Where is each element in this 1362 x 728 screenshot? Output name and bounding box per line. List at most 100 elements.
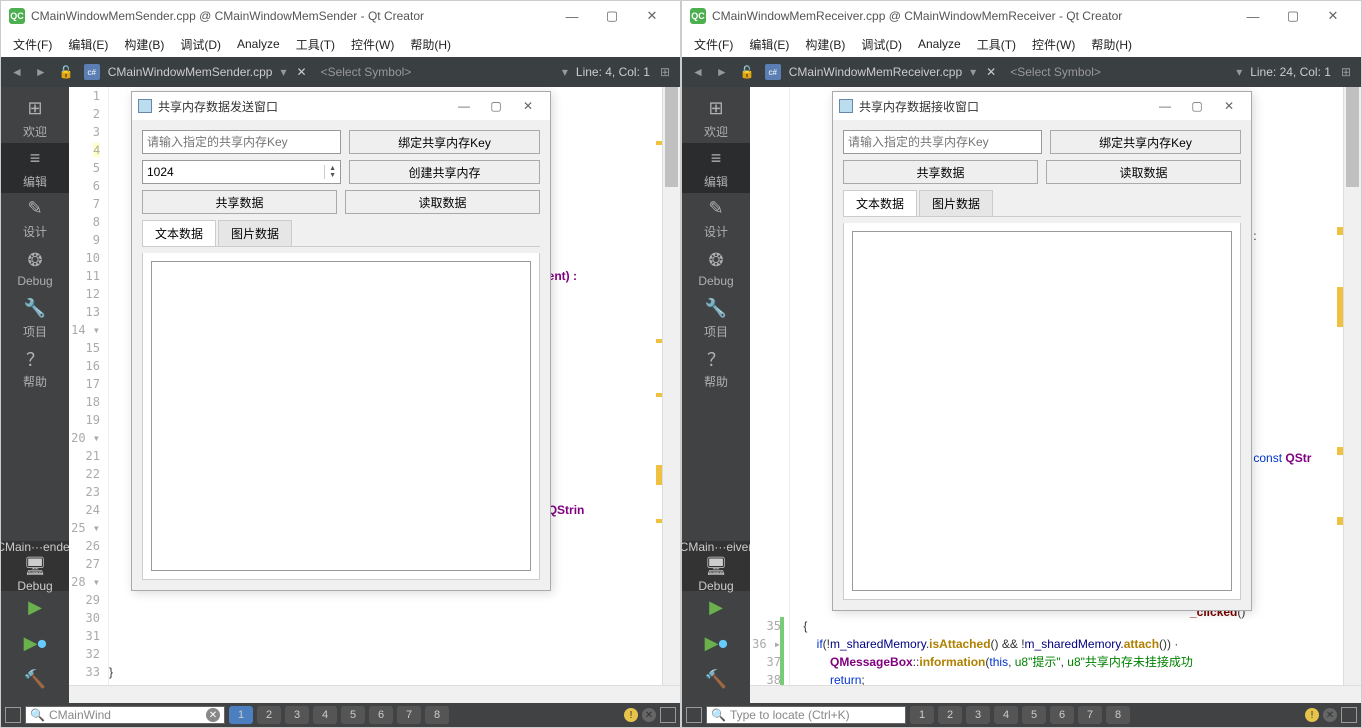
build-button[interactable]: 🔨 [700, 663, 732, 695]
kit-selector[interactable]: CMain···ender🖥Debug [1, 541, 69, 591]
output-3[interactable]: 3 [966, 706, 990, 724]
line-col[interactable]: Line: 24, Col: 1 [1246, 65, 1335, 79]
menu-edit[interactable]: 编辑(E) [60, 32, 116, 57]
kit-selector[interactable]: CMain···eiver🖥Debug [682, 541, 750, 591]
close-button[interactable]: ✕ [632, 1, 672, 31]
mode-design[interactable]: ✎设计 [682, 193, 750, 243]
create-mem-button[interactable]: 创建共享内存 [349, 160, 540, 184]
menu-tools[interactable]: 工具(T) [288, 32, 343, 57]
output-6[interactable]: 6 [1050, 706, 1074, 724]
sidebar-toggle-icon[interactable] [1341, 707, 1357, 723]
nav-fwd-icon[interactable]: ► [29, 65, 53, 79]
run-button[interactable]: ▶ [700, 591, 732, 623]
minimize-button[interactable]: — [1233, 1, 1273, 31]
spinbox-arrows-icon[interactable]: ▲▼ [324, 165, 336, 179]
sender-dialog[interactable]: 共享内存数据发送窗口 — ▢ ✕ 绑定共享内存Key 1024▲▼ 创建共享内存 [131, 91, 551, 591]
dialog-close-icon[interactable]: ✕ [1213, 94, 1245, 118]
menu-file[interactable]: 文件(F) [686, 32, 741, 57]
close-button[interactable]: ✕ [1313, 1, 1353, 31]
mode-projects[interactable]: 🔧项目 [682, 293, 750, 343]
mode-design[interactable]: ✎设计 [1, 193, 69, 243]
dialog-min-icon[interactable]: — [448, 94, 480, 118]
mode-help[interactable]: ？帮助 [1, 343, 69, 393]
open-file-tab[interactable]: CMainWindowMemSender.cpp [104, 65, 277, 79]
lock-icon[interactable]: 🔓 [53, 65, 80, 79]
text-data-area[interactable] [151, 261, 531, 571]
tab-image-data[interactable]: 图片数据 [919, 190, 993, 216]
symbol-dropdown-icon[interactable]: ▾ [558, 65, 572, 79]
nav-back-icon[interactable]: ◄ [5, 65, 29, 79]
vertical-scrollbar[interactable] [662, 87, 680, 685]
text-data-area[interactable] [852, 231, 1232, 591]
tab-close-icon[interactable]: ✕ [291, 65, 313, 79]
horizontal-scrollbar[interactable] [69, 685, 680, 703]
menu-file[interactable]: 文件(F) [5, 32, 60, 57]
tab-image-data[interactable]: 图片数据 [218, 220, 292, 246]
output-7[interactable]: 7 [397, 706, 421, 724]
locator-input[interactable]: 🔍 Type to locate (Ctrl+K) [706, 706, 906, 724]
menu-debug[interactable]: 调试(D) [853, 32, 910, 57]
dialog-close-icon[interactable]: ✕ [512, 94, 544, 118]
bind-key-button[interactable]: 绑定共享内存Key [349, 130, 540, 154]
build-button[interactable]: 🔨 [19, 663, 51, 695]
mode-debug[interactable]: ❂Debug [1, 243, 69, 293]
nav-back-icon[interactable]: ◄ [686, 65, 710, 79]
run-button[interactable]: ▶ [19, 591, 51, 623]
mode-edit[interactable]: ≡编辑 [1, 143, 69, 193]
vertical-scrollbar[interactable] [1343, 87, 1361, 685]
debug-run-button[interactable]: ▶⬤ [700, 627, 732, 659]
output-1[interactable]: 1 [229, 706, 253, 724]
menu-edit[interactable]: 编辑(E) [741, 32, 797, 57]
tab-dropdown-icon[interactable]: ▾ [276, 65, 290, 79]
line-col[interactable]: Line: 4, Col: 1 [572, 65, 654, 79]
output-3[interactable]: 3 [285, 706, 309, 724]
sidebar-toggle-icon[interactable] [660, 707, 676, 723]
maximize-button[interactable]: ▢ [1273, 1, 1313, 31]
tab-text-data[interactable]: 文本数据 [843, 190, 917, 216]
bind-key-button[interactable]: 绑定共享内存Key [1050, 130, 1241, 154]
dialog-max-icon[interactable]: ▢ [480, 94, 512, 118]
tab-text-data[interactable]: 文本数据 [142, 220, 216, 246]
issue-error-icon[interactable]: ✕ [1323, 708, 1337, 722]
clear-search-icon[interactable]: ✕ [206, 708, 220, 722]
tab-dropdown-icon[interactable]: ▾ [966, 65, 980, 79]
mode-debug[interactable]: ❂Debug [682, 243, 750, 293]
output-8[interactable]: 8 [425, 706, 449, 724]
share-data-button[interactable]: 共享数据 [843, 160, 1038, 184]
split-icon[interactable]: ⊞ [1335, 65, 1357, 79]
symbol-selector[interactable]: <Select Symbol> [1002, 65, 1232, 79]
dialog-min-icon[interactable]: — [1149, 94, 1181, 118]
scroll-thumb[interactable] [665, 87, 678, 187]
mode-help[interactable]: ？帮助 [682, 343, 750, 393]
symbol-dropdown-icon[interactable]: ▾ [1232, 65, 1246, 79]
split-icon[interactable]: ⊞ [654, 65, 676, 79]
output-4[interactable]: 4 [994, 706, 1018, 724]
key-input[interactable] [843, 130, 1042, 154]
receiver-dialog[interactable]: 共享内存数据接收窗口 — ▢ ✕ 绑定共享内存Key 共享数据 读取数据 [832, 91, 1252, 611]
menu-help[interactable]: 帮助(H) [402, 32, 459, 57]
read-data-button[interactable]: 读取数据 [1046, 160, 1241, 184]
symbol-selector[interactable]: <Select Symbol> [313, 65, 558, 79]
minimize-button[interactable]: — [552, 1, 592, 31]
dialog-titlebar[interactable]: 共享内存数据发送窗口 — ▢ ✕ [132, 92, 550, 120]
dialog-max-icon[interactable]: ▢ [1181, 94, 1213, 118]
issue-warn-icon[interactable]: ! [1305, 708, 1319, 722]
mode-welcome[interactable]: ⊞欢迎 [682, 93, 750, 143]
debug-run-button[interactable]: ▶⬤ [19, 627, 51, 659]
titlebar[interactable]: QC CMainWindowMemReceiver.cpp @ CMainWin… [682, 1, 1361, 31]
output-6[interactable]: 6 [369, 706, 393, 724]
output-7[interactable]: 7 [1078, 706, 1102, 724]
scroll-thumb[interactable] [1346, 87, 1359, 187]
menu-debug[interactable]: 调试(D) [172, 32, 229, 57]
read-data-button[interactable]: 读取数据 [345, 190, 540, 214]
menu-widgets[interactable]: 控件(W) [1024, 32, 1083, 57]
maximize-button[interactable]: ▢ [592, 1, 632, 31]
share-data-button[interactable]: 共享数据 [142, 190, 337, 214]
issue-warn-icon[interactable]: ! [624, 708, 638, 722]
output-toggle-icon[interactable] [686, 707, 702, 723]
size-spinbox[interactable]: 1024▲▼ [142, 160, 341, 184]
lock-icon[interactable]: 🔓 [734, 65, 761, 79]
output-toggle-icon[interactable] [5, 707, 21, 723]
menu-build[interactable]: 构建(B) [116, 32, 172, 57]
output-5[interactable]: 5 [341, 706, 365, 724]
